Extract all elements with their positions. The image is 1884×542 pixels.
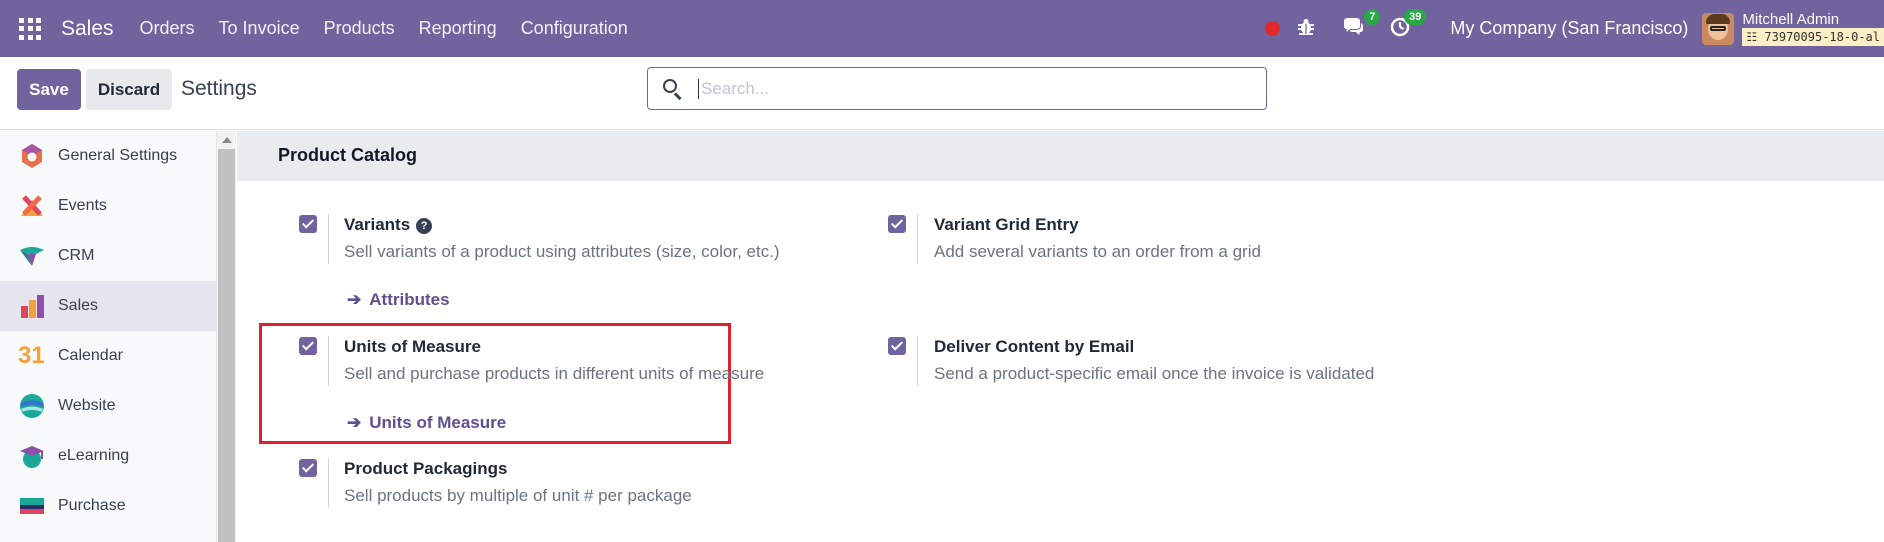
- sidebar-item-elearning[interactable]: eLearning: [0, 431, 216, 481]
- variant-grid-entry-description: Add several variants to an order from a …: [934, 242, 1261, 261]
- sidebar-item-events[interactable]: Events: [0, 181, 216, 231]
- sidebar-item-label: Purchase: [58, 497, 126, 514]
- setting-divider: [917, 214, 918, 264]
- variants-title: Variants?: [344, 215, 433, 235]
- sidebar-scrollbar[interactable]: [217, 131, 236, 542]
- menu-configuration[interactable]: Configuration: [521, 18, 628, 39]
- user-menu[interactable]: Mitchell Admin ☷ 73970095-18-0-al: [1742, 10, 1884, 46]
- user-name: Mitchell Admin: [1742, 10, 1840, 28]
- product-packagings-title: Product Packagings: [344, 459, 508, 478]
- menu-products[interactable]: Products: [324, 18, 395, 39]
- website-app-icon: [18, 392, 46, 420]
- settings-content: Product Catalog Variants? Sell variants …: [237, 131, 1884, 542]
- units-of-measure-description: Sell and purchase products in different …: [344, 364, 765, 383]
- page-title: Settings: [181, 77, 257, 100]
- units-of-measure-checkbox[interactable]: [299, 337, 317, 355]
- sidebar-item-label: CRM: [58, 247, 95, 264]
- calendar-glyph: 31: [18, 342, 45, 369]
- arrow-right-icon: ➔: [347, 290, 362, 309]
- sales-app-icon: [18, 292, 46, 320]
- arrow-right-icon: ➔: [347, 413, 362, 432]
- scrollbar-thumb[interactable]: [218, 149, 235, 542]
- elearning-app-icon: [18, 442, 46, 470]
- sidebar-item-label: General Settings: [58, 147, 178, 164]
- help-icon[interactable]: ?: [416, 218, 433, 234]
- top-navbar: Sales Orders To Invoice Products Reporti…: [0, 0, 1884, 57]
- sidebar-item-crm[interactable]: CRM: [0, 231, 216, 281]
- company-switcher[interactable]: My Company (San Francisco): [1450, 18, 1688, 39]
- search-bar[interactable]: [647, 67, 1267, 110]
- control-panel: Save Discard Settings: [0, 57, 1884, 130]
- deliver-content-title: Deliver Content by Email: [934, 337, 1135, 356]
- sidebar-item-general-settings[interactable]: General Settings: [0, 131, 216, 181]
- section-header: Product Catalog: [237, 131, 1884, 181]
- debug-bug-icon[interactable]: [1296, 17, 1316, 41]
- sidebar-item-label: eLearning: [58, 447, 130, 464]
- deliver-content-description: Send a product-specific email once the i…: [934, 364, 1375, 383]
- units-of-measure-link-label: Units of Measure: [369, 413, 507, 432]
- product-packagings-checkbox[interactable]: [299, 459, 317, 477]
- search-icon: [662, 78, 684, 100]
- discard-button[interactable]: Discard: [86, 69, 172, 110]
- menu-reporting[interactable]: Reporting: [419, 18, 497, 39]
- settings-sidebar: General Settings Events CRM Sales 31 Cal…: [0, 131, 217, 542]
- sidebar-item-label: Website: [58, 397, 116, 414]
- purchase-app-icon: [18, 492, 46, 520]
- sidebar-item-purchase[interactable]: Purchase: [0, 481, 216, 531]
- menu-orders[interactable]: Orders: [140, 18, 195, 39]
- variants-checkbox[interactable]: [299, 215, 317, 233]
- search-input[interactable]: [698, 78, 1238, 99]
- apps-menu-icon[interactable]: [19, 17, 41, 40]
- menu-to-invoice[interactable]: To Invoice: [219, 18, 300, 39]
- sidebar-item-label: Calendar: [58, 347, 123, 364]
- database-tag: ☷ 73970095-18-0-al: [1742, 27, 1884, 46]
- sidebar-item-label: Sales: [58, 297, 99, 314]
- navbar-systray: 7 39 My Company (San Francisco) Mitchell…: [1265, 0, 1884, 57]
- calendar-app-icon: 31: [18, 342, 46, 370]
- messages-count-badge: 7: [1364, 8, 1381, 25]
- units-of-measure-title: Units of Measure: [344, 337, 481, 356]
- attributes-link-label: Attributes: [369, 290, 450, 309]
- save-button[interactable]: Save: [17, 69, 81, 110]
- scroll-up-arrow-icon[interactable]: [222, 137, 232, 143]
- variant-grid-entry-checkbox[interactable]: [888, 215, 906, 233]
- activities-count-badge: 39: [1404, 8, 1427, 25]
- attributes-link[interactable]: ➔ Attributes: [347, 290, 450, 310]
- setting-divider: [917, 336, 918, 386]
- variant-grid-entry-title: Variant Grid Entry: [934, 215, 1079, 234]
- sidebar-item-label: Events: [58, 197, 107, 214]
- settings-app-icon: [18, 142, 46, 170]
- sidebar-item-website[interactable]: Website: [0, 381, 216, 431]
- deliver-content-checkbox[interactable]: [888, 337, 906, 355]
- sidebar-item-calendar[interactable]: 31 Calendar: [0, 331, 216, 381]
- variants-title-text: Variants: [344, 215, 411, 234]
- variants-description: Sell variants of a product using attribu…: [344, 242, 780, 261]
- user-avatar[interactable]: [1702, 12, 1735, 45]
- events-app-icon: [18, 192, 46, 220]
- setting-divider: [328, 458, 329, 508]
- messages-icon[interactable]: 7: [1342, 8, 1381, 41]
- activities-clock-icon[interactable]: 39: [1390, 8, 1427, 41]
- database-icon: ☷: [1746, 29, 1758, 44]
- record-icon[interactable]: [1265, 21, 1281, 36]
- product-packagings-description: Sell products by multiple of unit # per …: [344, 486, 692, 505]
- section-title: Product Catalog: [278, 145, 418, 165]
- crm-app-icon: [18, 242, 46, 270]
- database-name: 73970095-18-0-al: [1764, 29, 1880, 44]
- setting-divider: [328, 214, 329, 264]
- setting-divider: [328, 336, 329, 386]
- sidebar-item-sales[interactable]: Sales: [0, 281, 216, 331]
- units-of-measure-link[interactable]: ➔ Units of Measure: [347, 413, 506, 433]
- app-brand[interactable]: Sales: [61, 17, 114, 41]
